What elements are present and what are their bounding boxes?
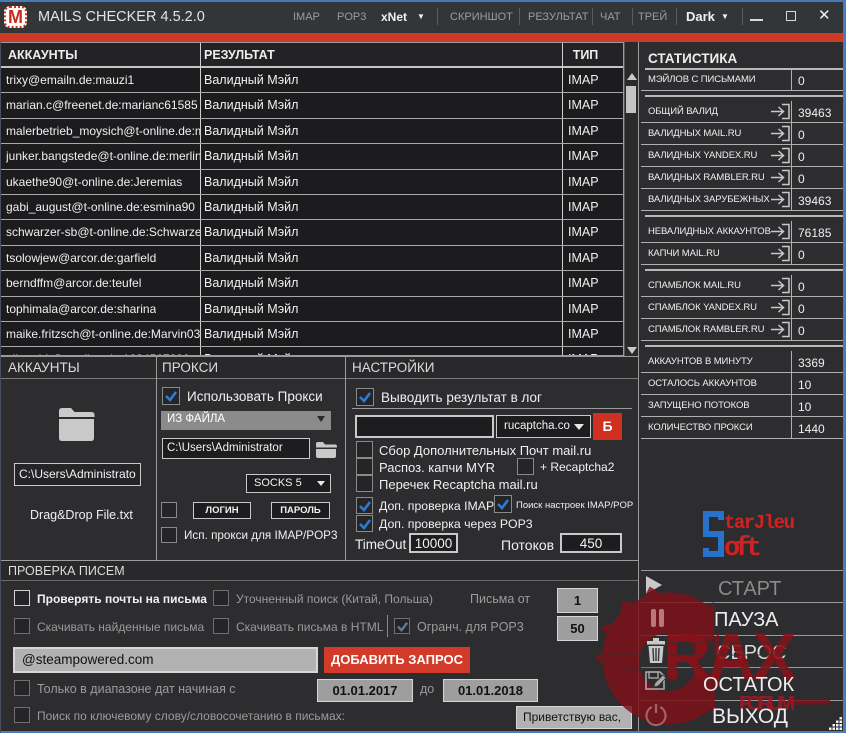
- svg-text:tarJleu: tarJleu: [724, 512, 795, 534]
- svg-text:oft: oft: [724, 534, 762, 561]
